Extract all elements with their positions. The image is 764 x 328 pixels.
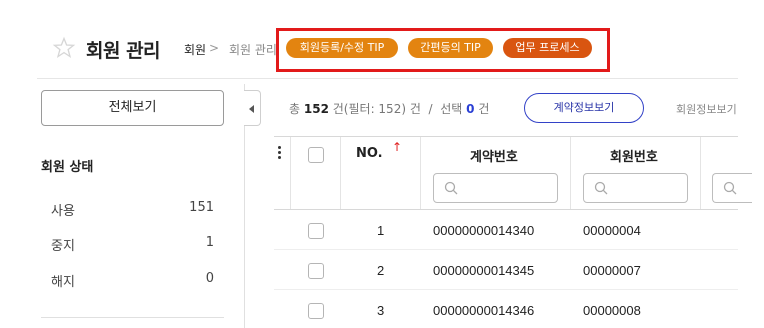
summary-divider: / [428, 102, 433, 116]
column-divider [290, 137, 291, 209]
sidebar-divider [41, 317, 224, 318]
row-divider [274, 289, 738, 290]
search-icon [723, 181, 737, 195]
chevron-left-icon [249, 105, 254, 113]
cell-no: 3 [377, 303, 385, 318]
breadcrumb-item[interactable]: 회원 [184, 41, 206, 58]
sort-ascending-icon[interactable]: ↑ [392, 140, 402, 154]
cell-contract-number: 00000000014340 [433, 223, 535, 238]
row-divider [274, 249, 738, 250]
cell-contract-number: 00000000014346 [433, 303, 535, 318]
row-checkbox[interactable] [308, 263, 324, 279]
row-checkbox[interactable] [308, 303, 324, 319]
breadcrumb-item: 회원 관리 [229, 43, 277, 57]
collapse-sidebar-button[interactable] [244, 90, 261, 126]
cell-contract-number: 00000000014345 [433, 263, 535, 278]
column-divider [340, 137, 341, 209]
status-label: 사용 [51, 204, 75, 219]
tip-button-register[interactable]: 회원등록/수정 TIP [286, 38, 398, 58]
tab-member-info[interactable]: 회원정보보기 [676, 101, 737, 117]
tab-contract-info[interactable]: 계약정보보기 [524, 93, 644, 123]
status-count: 151 [189, 200, 214, 215]
status-item-active[interactable]: 사용 151 [41, 200, 214, 222]
page-title: 회원 관리 [86, 40, 161, 62]
column-divider [420, 137, 421, 209]
cell-member-number: 00000004 [583, 223, 641, 238]
cell-no: 1 [377, 223, 385, 238]
search-icon [594, 181, 608, 195]
table-header-border [274, 209, 738, 210]
column-header-contract-number[interactable]: 계약번호 [470, 146, 518, 165]
result-summary: 총 152 건(필터: 152) 건 / 선택 0 건 [289, 100, 489, 117]
status-label: 해지 [51, 275, 75, 290]
cell-member-number: 00000008 [583, 303, 641, 318]
header-divider [37, 78, 738, 79]
column-divider [700, 137, 701, 209]
search-icon [444, 181, 458, 195]
cell-member-number: 00000007 [583, 263, 641, 278]
member-number-filter-input[interactable] [583, 173, 688, 203]
summary-total-suffix: 건(필터: 152) 건 [332, 102, 421, 116]
breadcrumb-separator: > [209, 41, 220, 55]
summary-total-prefix: 총 [289, 102, 301, 116]
row-checkbox[interactable] [308, 223, 324, 239]
status-section-title: 회원 상태 [41, 160, 94, 175]
summary-selected-suffix: 건 [478, 102, 490, 116]
column-header-no[interactable]: NO. [356, 146, 383, 161]
next-column-filter-input[interactable] [712, 173, 752, 203]
tip-button-simple[interactable]: 간편등의 TIP [408, 38, 493, 58]
summary-total-count: 152 [303, 102, 329, 116]
select-all-checkbox[interactable] [308, 147, 324, 163]
column-header-member-number[interactable]: 회원번호 [610, 146, 658, 165]
star-icon[interactable] [52, 36, 76, 60]
status-item-terminated[interactable]: 해지 0 [41, 271, 214, 293]
contract-number-filter-input[interactable] [433, 173, 558, 203]
table-top-border [274, 136, 738, 137]
cell-no: 2 [377, 263, 385, 278]
summary-selected-count: 0 [466, 102, 475, 116]
tip-button-process[interactable]: 업무 프로세스 [503, 38, 592, 58]
column-divider [570, 137, 571, 209]
status-count: 1 [205, 235, 214, 250]
status-count: 0 [205, 271, 214, 286]
kebab-menu-icon[interactable] [278, 146, 282, 160]
view-all-button[interactable]: 전체보기 [41, 90, 224, 126]
status-label: 중지 [51, 239, 75, 254]
status-item-suspended[interactable]: 중지 1 [41, 235, 214, 257]
summary-selected-prefix: 선택 [440, 102, 463, 116]
